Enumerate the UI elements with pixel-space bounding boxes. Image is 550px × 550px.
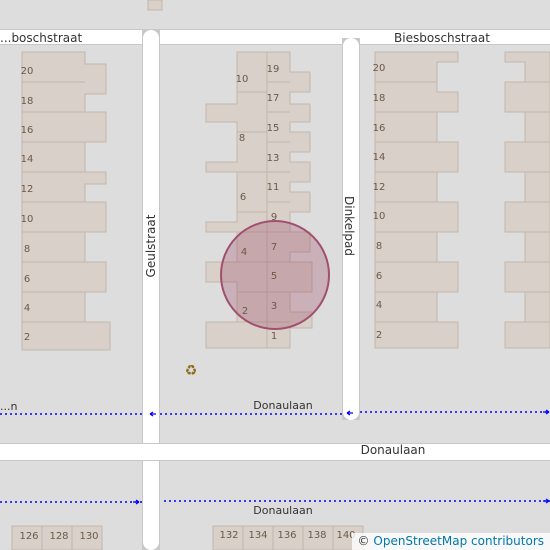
house-number: 11 <box>267 182 280 193</box>
map-canvas[interactable]: ♻ ...boschstraat Biesboschstraat Geulstr… <box>0 0 550 550</box>
street-label-donaulaan: Donaulaan <box>361 443 426 457</box>
house-number: 8 <box>24 244 30 255</box>
recycling-icon[interactable]: ♻ <box>185 363 198 379</box>
house-number: 4 <box>241 247 247 258</box>
street-label-donaulaan-path-west: ...n <box>0 400 17 413</box>
house-number: 16 <box>373 123 386 134</box>
house-number: 10 <box>21 214 34 225</box>
house-number: 2 <box>376 330 382 341</box>
house-number: 8 <box>376 241 382 252</box>
house-number: 10 <box>236 74 249 85</box>
house-number: 4 <box>24 303 30 314</box>
house-number: 126 <box>19 531 38 542</box>
house-number: 12 <box>21 184 34 195</box>
house-number: 3 <box>271 301 277 312</box>
house-number: 20 <box>373 63 386 74</box>
house-number: 5 <box>271 271 277 282</box>
house-number: 13 <box>267 153 280 164</box>
house-number: 10 <box>373 211 386 222</box>
house-number: 6 <box>376 271 382 282</box>
house-number: 18 <box>373 93 386 104</box>
house-number: 12 <box>373 182 386 193</box>
street-label-donaulaan-south: Donaulaan <box>253 504 312 517</box>
house-number: 14 <box>373 152 386 163</box>
street-label-biesboschstraat-west: ...boschstraat <box>0 31 82 45</box>
house-number: 6 <box>240 192 246 203</box>
house-number: 1 <box>271 331 277 342</box>
house-number: 2 <box>242 306 248 317</box>
street-label-dinkelpad: Dinkelpad <box>342 196 356 256</box>
house-number: 134 <box>248 530 267 541</box>
house-number: 136 <box>277 530 296 541</box>
house-number: 128 <box>49 531 68 542</box>
road-donaulaan[interactable] <box>0 444 550 460</box>
house-number: 130 <box>79 531 98 542</box>
map-attribution: © OpenStreetMap contributors <box>351 533 550 550</box>
house-number: 9 <box>271 212 277 223</box>
house-number: 7 <box>271 242 277 253</box>
house-number: 2 <box>24 332 30 343</box>
osm-credit-link[interactable]: OpenStreetMap contributors <box>373 534 544 548</box>
street-label-donaulaan-path: Donaulaan <box>253 399 312 412</box>
copyright-symbol: © <box>357 534 370 548</box>
house-number: 18 <box>21 96 34 107</box>
map-view[interactable]: ♻ ...boschstraat Biesboschstraat Geulstr… <box>0 0 550 550</box>
street-label-geulstraat: Geulstraat <box>144 214 158 277</box>
building <box>147 0 163 11</box>
house-number: 132 <box>219 530 238 541</box>
house-number: 16 <box>21 125 34 136</box>
house-number: 6 <box>24 274 30 285</box>
street-label-biesboschstraat-east: Biesboschstraat <box>394 31 490 45</box>
house-number: 14 <box>21 154 34 165</box>
house-number: 15 <box>267 123 280 134</box>
house-number: 138 <box>307 530 326 541</box>
house-number: 17 <box>267 93 280 104</box>
road-geulstraat[interactable] <box>143 30 159 550</box>
house-number: 4 <box>376 300 382 311</box>
house-number: 19 <box>267 64 280 75</box>
house-number: 8 <box>239 133 245 144</box>
house-number: 20 <box>21 66 34 77</box>
